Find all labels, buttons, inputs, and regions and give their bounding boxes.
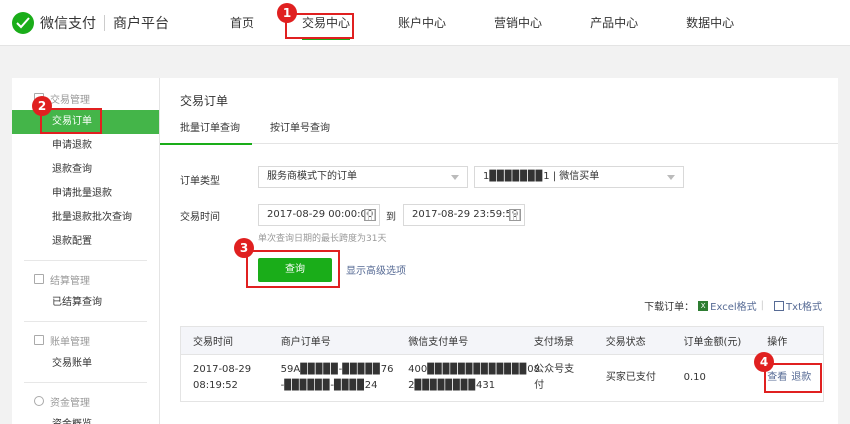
merchant-select[interactable]: 1▉▉▉▉▉▉▉1 | 微信买单 (474, 166, 684, 188)
sidebar-group-funds: 资金管理 (12, 389, 159, 413)
wx-no-line2: 2▉▉▉▉▉▉▉▉431 (408, 380, 496, 391)
sidebar-item-transaction-bill[interactable]: 交易账单 (12, 352, 159, 376)
brand-name: 微信支付 (40, 16, 96, 32)
merchant-value: 1▉▉▉▉▉▉▉1 | 微信买单 (483, 171, 600, 182)
top-header: 微信支付 商户平台 首页 交易中心 账户中心 营销中心 产品中心 数据中心 (0, 0, 850, 46)
annotation-badge-4: 4 (754, 352, 774, 372)
calendar-icon[interactable] (364, 209, 376, 221)
nav-home[interactable]: 首页 (230, 0, 254, 46)
download-divider: | (760, 300, 765, 311)
grid-icon (34, 274, 44, 284)
annotation-badge-3: 3 (234, 238, 254, 258)
wx-no-line1: 400▉▉▉▉▉▉▉▉▉▉▉▉▉08 (408, 364, 540, 375)
date-range-hint: 单次查询日期的最长跨度为31天 (258, 234, 387, 244)
sidebar-divider (24, 382, 147, 383)
col-header-operation: 操作 (767, 337, 788, 348)
chevron-down-icon (451, 175, 459, 180)
group-title-label: 账单管理 (50, 336, 90, 348)
download-txt-link[interactable]: Txt格式 (786, 298, 822, 313)
order-type-label: 订单类型 (180, 176, 220, 187)
end-time-input[interactable]: 2017-08-29 23:59:59 (403, 204, 525, 226)
col-header-status: 交易状态 (605, 337, 646, 348)
download-excel-link[interactable]: Excel格式 (710, 298, 757, 313)
cell-time-date: 2017-08-29 (193, 364, 252, 375)
wechat-pay-icon (12, 12, 34, 34)
page-title: 交易订单 (180, 94, 229, 108)
cell-scene: 公众号支 付 (522, 355, 594, 401)
to-label: 到 (386, 212, 396, 223)
advanced-options-link[interactable]: 显示高级选项 (346, 262, 406, 277)
sidebar-divider (24, 260, 147, 261)
cell-time: 2017-08-29 08:19:52 (181, 355, 269, 401)
download-label: 下载订单： (644, 302, 695, 313)
orders-table: 交易时间 商户订单号 微信支付单号 支付场景 交易状态 订单金额(元) 操作 2… (180, 326, 824, 402)
sidebar-item-settled-query[interactable]: 已结算查询 (12, 291, 159, 315)
group-title-label: 结算管理 (50, 275, 90, 287)
excel-icon: X (698, 300, 709, 311)
annotation-box-3 (246, 250, 340, 288)
nav-data-center[interactable]: 数据中心 (686, 0, 734, 46)
download-bar: 下载订单： X Excel格式 | Txt格式 (644, 298, 822, 313)
chevron-down-icon (667, 175, 675, 180)
scene-line1: 公众号支 (534, 364, 575, 375)
cell-time-clock: 08:19:52 (193, 380, 238, 391)
cell-wx-no: 400▉▉▉▉▉▉▉▉▉▉▉▉▉08 2▉▉▉▉▉▉▉▉431 (396, 355, 540, 401)
money-icon (34, 396, 44, 406)
start-time-value: 2017-08-29 00:00:00 (267, 209, 374, 220)
group-title-label: 交易管理 (50, 94, 90, 106)
col-header-wx-no: 微信支付单号 (408, 337, 469, 348)
sidebar-item-refund-query[interactable]: 退款查询 (12, 158, 159, 182)
tab-batch-query[interactable]: 批量订单查询 (160, 116, 252, 145)
time-label: 交易时间 (180, 212, 220, 223)
sidebar-item-apply-refund[interactable]: 申请退款 (12, 134, 159, 158)
col-header-merchant-no: 商户订单号 (280, 337, 331, 348)
order-type-select[interactable]: 服务商模式下的订单 (258, 166, 468, 188)
tab-order-no-query[interactable]: 按订单号查询 (270, 116, 330, 144)
cell-merchant-no: 59A▉▉▉▉▉-▉▉▉▉▉76 -▉▉▉▉▉▉-▉▉▉▉24 (269, 355, 396, 401)
table-header: 交易时间 商户订单号 微信支付单号 支付场景 交易状态 订单金额(元) 操作 (181, 327, 823, 355)
nav-marketing-center[interactable]: 营销中心 (494, 0, 542, 46)
nav-account-center[interactable]: 账户中心 (398, 0, 446, 46)
end-time-value: 2017-08-29 23:59:59 (412, 209, 519, 220)
annotation-badge-2: 2 (32, 96, 52, 116)
annotation-box-4 (764, 363, 822, 393)
sidebar-item-batch-refund[interactable]: 申请批量退款 (12, 182, 159, 206)
sidebar-item-batch-refund-query[interactable]: 批量退款批次查询 (12, 206, 159, 230)
annotation-badge-1: 1 (277, 3, 297, 23)
group-title-label: 资金管理 (50, 397, 90, 409)
scene-line2: 付 (534, 380, 545, 391)
table-row: 2017-08-29 08:19:52 59A▉▉▉▉▉-▉▉▉▉▉76 -▉▉… (181, 355, 823, 401)
brand-divider (104, 15, 105, 31)
merchant-no-line1: 59A▉▉▉▉▉-▉▉▉▉▉76 (280, 364, 394, 375)
calendar-icon[interactable] (509, 209, 521, 221)
start-time-input[interactable]: 2017-08-29 00:00:00 (258, 204, 380, 226)
sidebar-item-funds-overview[interactable]: 资金概览 (12, 413, 159, 424)
cell-status: 买家已支付 (605, 372, 656, 383)
brand-subtitle: 商户平台 (113, 16, 169, 32)
col-header-time: 交易时间 (193, 337, 233, 348)
nav-product-center[interactable]: 产品中心 (590, 0, 638, 46)
query-tabs: 批量订单查询 按订单号查询 (160, 116, 838, 145)
brand-logo[interactable]: 微信支付 商户平台 (12, 12, 169, 34)
sidebar-group-bill: 账单管理 (12, 328, 159, 352)
sidebar-group-settlement: 结算管理 (12, 267, 159, 291)
merchant-no-line2: -▉▉▉▉▉▉-▉▉▉▉24 (280, 380, 378, 391)
cell-amount: 0.10 (683, 372, 706, 383)
sidebar-divider (24, 321, 147, 322)
order-type-value: 服务商模式下的订单 (267, 171, 357, 182)
txt-icon (774, 300, 785, 311)
col-header-amount: 订单金额(元) (683, 337, 742, 348)
bill-icon (34, 335, 44, 345)
sidebar-item-refund-config[interactable]: 退款配置 (12, 230, 159, 254)
col-header-scene: 支付场景 (533, 337, 574, 348)
